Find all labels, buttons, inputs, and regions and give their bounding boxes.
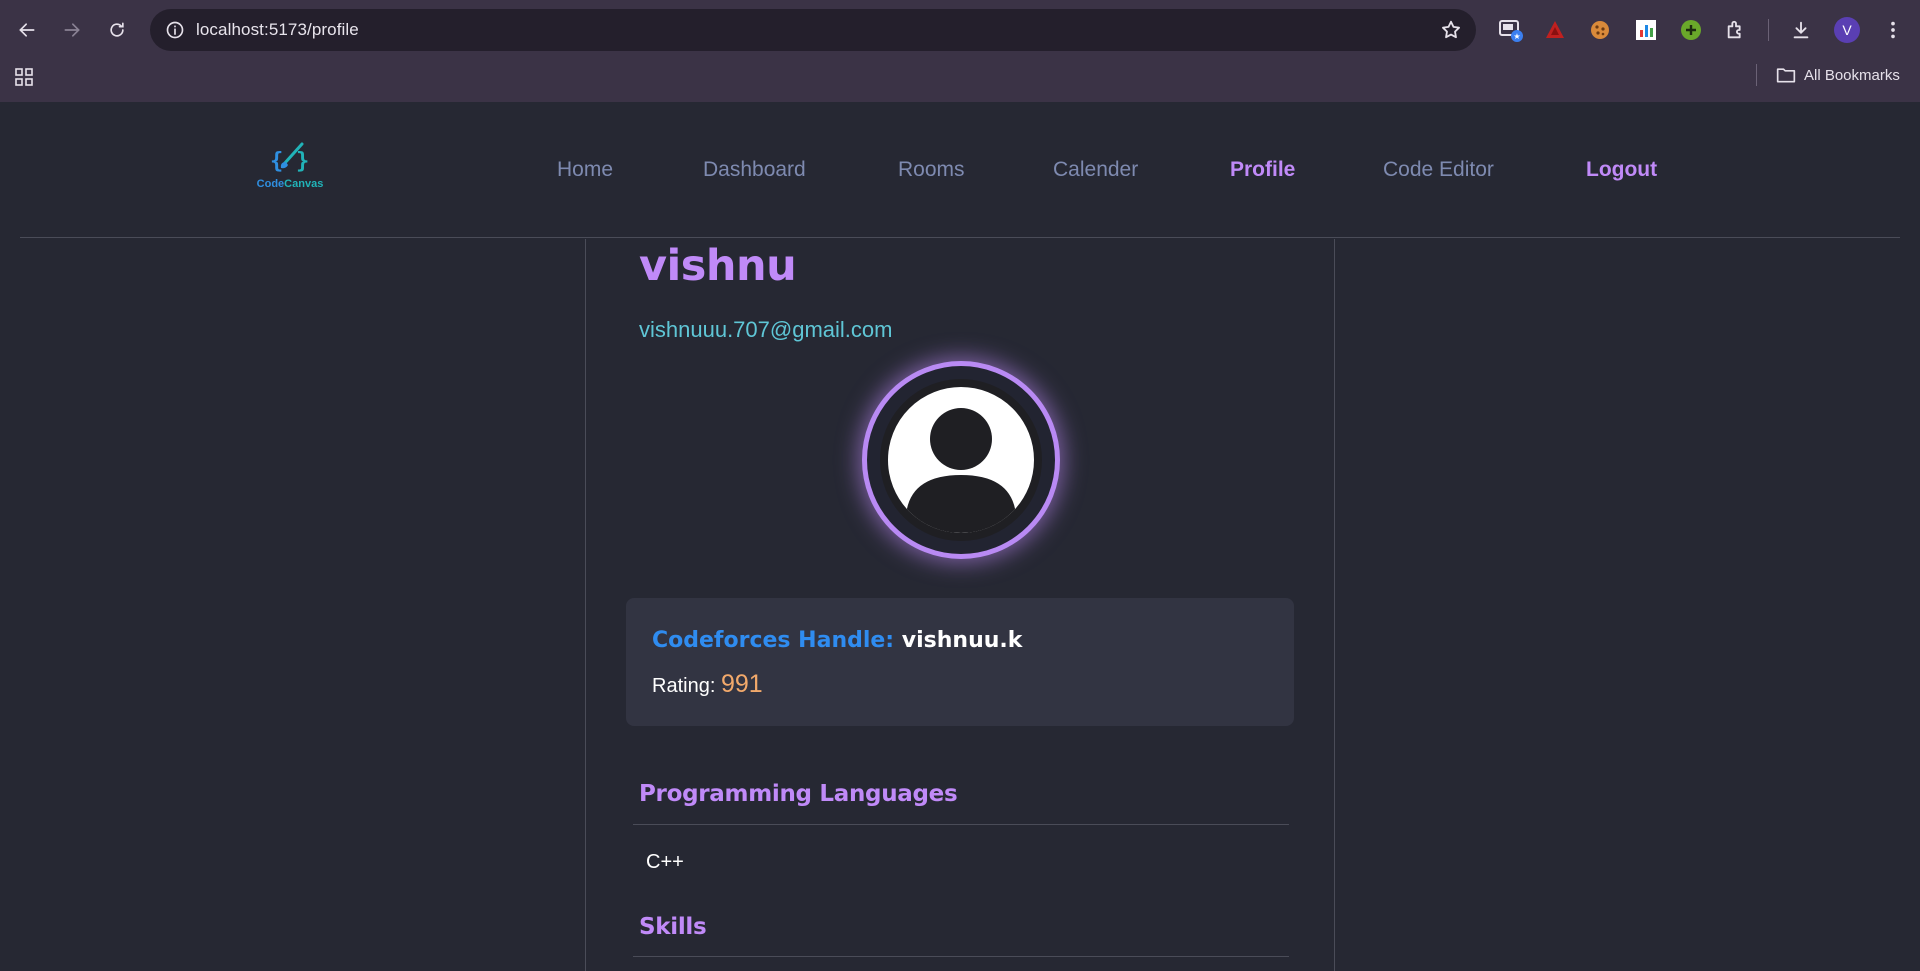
- nav-home[interactable]: Home: [557, 158, 613, 182]
- avatar: [862, 361, 1060, 559]
- codeforces-card: Codeforces Handle: vishnuu.k Rating: 991: [626, 598, 1294, 726]
- bookmark-star-icon[interactable]: [1440, 19, 1462, 41]
- forward-button[interactable]: [56, 14, 88, 46]
- logo-text: CodeCanvas: [256, 178, 324, 190]
- menu-icon: [1891, 21, 1895, 39]
- profile-avatar-button[interactable]: V: [1834, 17, 1860, 43]
- back-icon: [19, 23, 35, 37]
- site-header: { } CodeCanvas Home Dashboard Rooms Cale…: [20, 102, 1900, 238]
- nav-profile[interactable]: Profile: [1230, 158, 1295, 182]
- svg-text:}: }: [296, 149, 309, 174]
- reload-icon: [110, 22, 124, 37]
- apps-grid-icon[interactable]: [14, 67, 34, 87]
- address-bar[interactable]: localhost:5173/profile: [150, 9, 1476, 51]
- rating-value: 991: [720, 670, 763, 698]
- svg-text:{: {: [270, 149, 283, 174]
- extensions-icon: [1727, 20, 1741, 39]
- language-item: C++: [646, 851, 684, 873]
- nav-calender[interactable]: Calender: [1053, 158, 1138, 182]
- browser-menu-button[interactable]: [1880, 17, 1906, 43]
- site-info-icon: [166, 21, 184, 39]
- codeforces-handle-value: vishnuu.k: [901, 628, 1023, 653]
- user-avatar-icon: [880, 379, 1042, 541]
- green-plus-extension-icon: [1681, 20, 1701, 40]
- nav-rooms[interactable]: Rooms: [898, 158, 965, 182]
- rating-line: Rating: 991: [652, 670, 763, 699]
- nav-logout[interactable]: Logout: [1586, 158, 1657, 182]
- tab-manager-extension-icon: ★: [1499, 20, 1523, 42]
- section-divider: [633, 956, 1289, 957]
- folder-icon: [1776, 68, 1796, 83]
- code-canvas-logo-icon: { }: [270, 142, 309, 174]
- bookmarks-divider: [1756, 64, 1757, 86]
- chart-extension-icon: [1636, 20, 1656, 40]
- extension-chart[interactable]: [1633, 17, 1659, 43]
- profile-name: vishnu: [639, 241, 797, 291]
- rating-label: Rating:: [652, 675, 716, 697]
- browser-chrome: localhost:5173/profile ★ V All Bookmarks: [0, 0, 1920, 102]
- cookie-extension-icon: [1591, 21, 1609, 39]
- bookmarks-bar: [0, 60, 1920, 102]
- download-icon: [1793, 21, 1809, 39]
- red-triangle-extension-icon: [1546, 21, 1564, 38]
- programming-languages-title: Programming Languages: [639, 781, 958, 807]
- skills-title: Skills: [639, 914, 707, 940]
- codeforces-handle-label: Codeforces Handle:: [652, 628, 895, 653]
- page-content: { } CodeCanvas Home Dashboard Rooms Cale…: [0, 102, 1920, 971]
- forward-icon: [64, 23, 80, 37]
- nav-code-editor[interactable]: Code Editor: [1383, 158, 1494, 182]
- reload-button[interactable]: [101, 14, 133, 46]
- svg-text:★: ★: [1513, 32, 1520, 41]
- all-bookmarks-label: All Bookmarks: [1804, 66, 1900, 84]
- downloads-button[interactable]: [1788, 17, 1814, 43]
- extension-tab-manager[interactable]: ★: [1498, 17, 1524, 43]
- profile-email: vishnuuu.707@gmail.com: [639, 317, 893, 342]
- extension-red[interactable]: [1542, 17, 1568, 43]
- extension-cookie[interactable]: [1587, 17, 1613, 43]
- site-logo[interactable]: { } CodeCanvas: [250, 138, 330, 194]
- all-bookmarks-button[interactable]: All Bookmarks: [1776, 64, 1900, 86]
- toolbar-divider: [1768, 19, 1769, 41]
- site-info-button[interactable]: [160, 15, 190, 45]
- profile-panel: vishnu vishnuuu.707@gmail.com Codeforces…: [585, 239, 1335, 971]
- extensions-button[interactable]: [1723, 17, 1749, 43]
- extension-green-plus[interactable]: [1678, 17, 1704, 43]
- nav-dashboard[interactable]: Dashboard: [703, 158, 806, 182]
- browser-toolbar: localhost:5173/profile ★ V: [0, 0, 1920, 60]
- section-divider: [633, 824, 1289, 825]
- codeforces-handle-line: Codeforces Handle: vishnuu.k: [652, 628, 1022, 653]
- url-text[interactable]: localhost:5173/profile: [196, 20, 359, 40]
- back-button[interactable]: [11, 14, 43, 46]
